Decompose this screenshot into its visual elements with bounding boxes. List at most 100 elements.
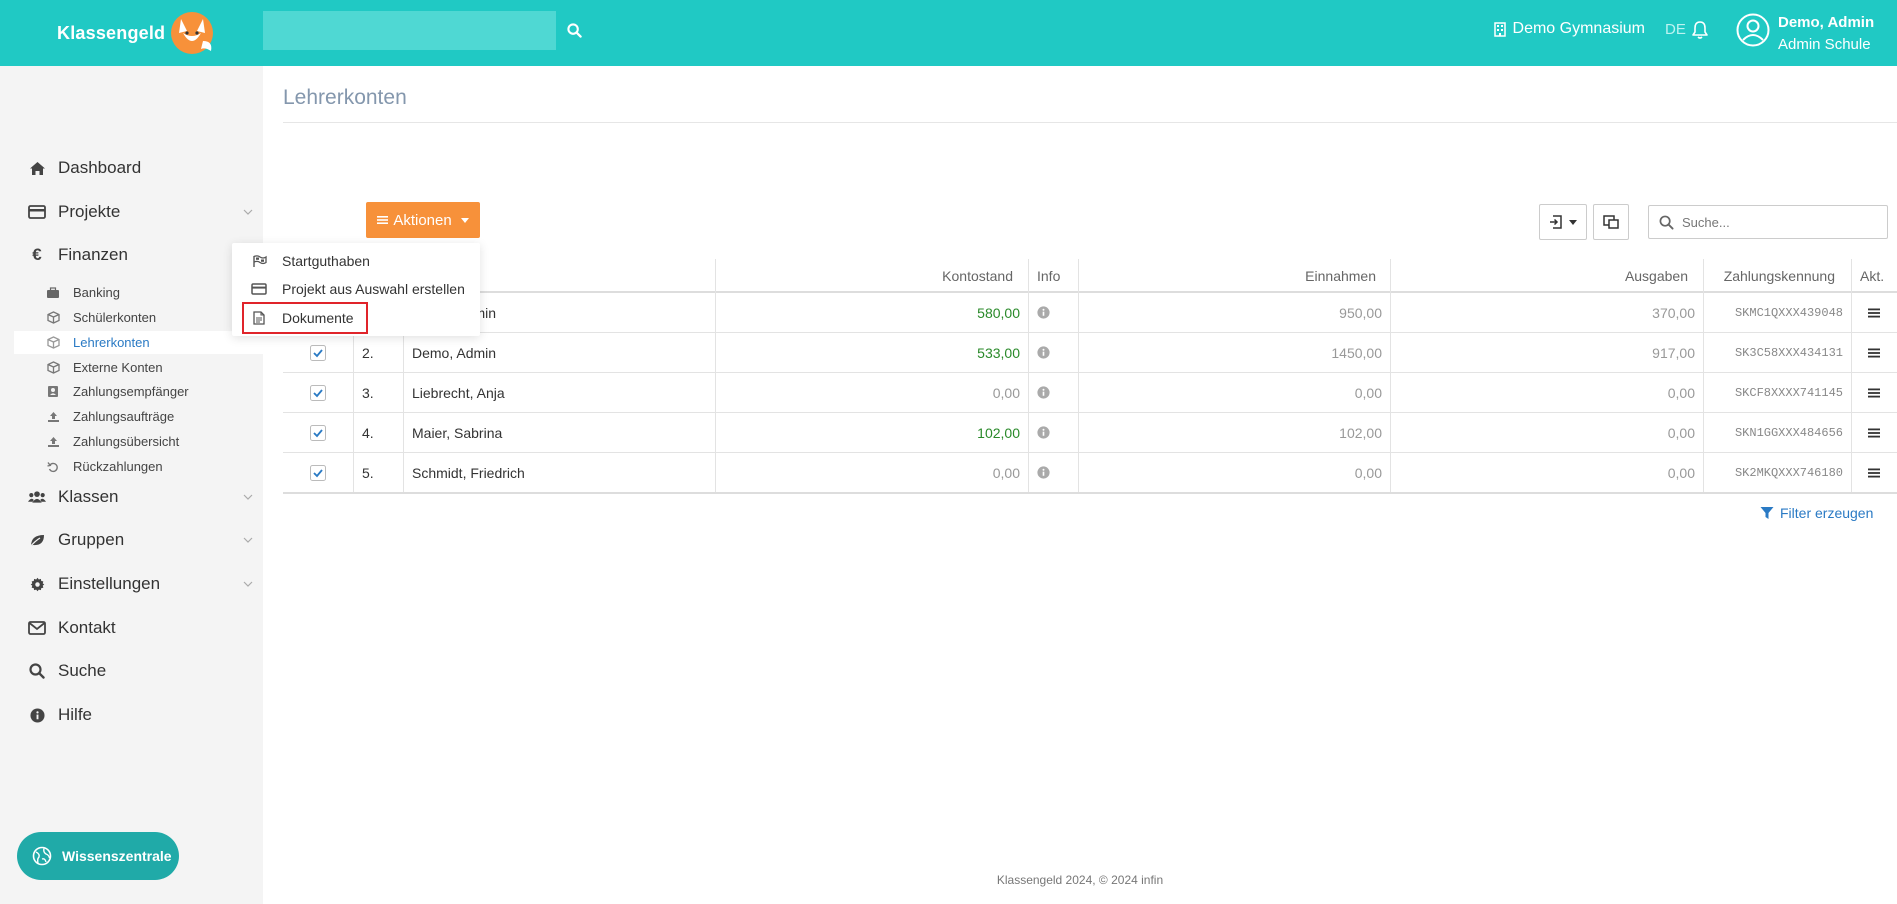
row-info[interactable]	[1029, 293, 1078, 333]
search-icon	[1659, 215, 1674, 230]
sidebar-subitem-label: Zahlungsaufträge	[73, 409, 175, 424]
row-actions[interactable]	[1852, 333, 1897, 373]
menu-item-startguthaben[interactable]: Startguthaben	[232, 247, 480, 275]
gear-icon	[28, 575, 46, 593]
row-name[interactable]: Schmidt, Friedrich	[404, 453, 715, 493]
sidebar-subitem-lehrerkonten[interactable]: Lehrerkonten	[14, 331, 263, 354]
row-kontostand: 0,00	[992, 385, 1020, 401]
menu-icon	[377, 216, 389, 224]
row-actions[interactable]	[1852, 293, 1897, 333]
row-kontostand: 533,00	[977, 345, 1020, 361]
info-icon	[1037, 346, 1050, 359]
menu-item-projekt-erstellen[interactable]: Projekt aus Auswahl erstellen	[232, 275, 480, 303]
language-switch[interactable]: DE	[1665, 21, 1686, 38]
row-einnahmen: 0,00	[1354, 465, 1382, 481]
table-search[interactable]	[1648, 205, 1888, 239]
box-icon	[46, 336, 60, 350]
row-name[interactable]: Liebrecht, Anja	[404, 373, 715, 413]
row-ausgaben: 370,00	[1652, 305, 1695, 321]
row-actions[interactable]	[1852, 373, 1897, 413]
header-ausgaben[interactable]: Ausgaben	[1390, 259, 1696, 293]
sidebar-subitem-label: Externe Konten	[73, 360, 163, 375]
table-search-input[interactable]	[1682, 206, 1882, 238]
sidebar-item-einstellungen[interactable]: Einstellungen	[0, 564, 263, 604]
top-bar: Klassengeld Demo Gymnasium DE Demo, Admi…	[0, 0, 1897, 66]
row-info[interactable]	[1029, 453, 1078, 493]
row-einnahmen: 102,00	[1339, 425, 1382, 441]
sidebar-subitem-label: Lehrerkonten	[73, 335, 150, 350]
row-zahlungskennung: SKCF8XXXX741145	[1734, 386, 1843, 400]
info-icon	[1037, 466, 1050, 479]
row-checkbox[interactable]	[310, 385, 326, 401]
home-icon	[28, 159, 46, 177]
sidebar-subitem-zahlungsauftraege[interactable]: Zahlungsaufträge	[14, 405, 263, 428]
table-row[interactable]: 3. Liebrecht, Anja 0,00 0,00 0,00 SKCF8X…	[283, 373, 1897, 413]
row-info[interactable]	[1029, 413, 1078, 453]
sidebar-item-kontakt[interactable]: Kontakt	[0, 608, 263, 648]
leaf-icon	[28, 531, 46, 549]
columns-toggle-button[interactable]	[1593, 204, 1629, 240]
row-zahlungskennung: SKMC1QXXX439048	[1734, 306, 1843, 320]
header-info: Info	[1037, 268, 1061, 284]
sidebar-item-label: Kontakt	[58, 618, 116, 637]
sidebar-subitem-schuelerkonten[interactable]: Schülerkonten	[14, 306, 263, 329]
user-menu[interactable]: Demo, Admin Admin Schule	[1778, 12, 1874, 56]
app-logo[interactable]: Klassengeld	[57, 12, 217, 54]
sidebar-item-klassen[interactable]: Klassen	[0, 477, 263, 517]
table-row[interactable]: 4. Maier, Sabrina 102,00 102,00 0,00 SKN…	[283, 413, 1897, 453]
sidebar-item-suche[interactable]: Suche	[0, 651, 263, 691]
row-checkbox[interactable]	[310, 425, 326, 441]
header-zahlungskennung[interactable]: Zahlungskennung	[1703, 259, 1843, 293]
sidebar-item-gruppen[interactable]: Gruppen	[0, 520, 263, 560]
header-kontostand[interactable]: Kontostand	[715, 259, 1021, 293]
sidebar-subitem-externe-konten[interactable]: Externe Konten	[14, 356, 263, 379]
user-name: Demo, Admin	[1778, 14, 1875, 31]
search-icon	[566, 22, 582, 38]
export-dropdown-button[interactable]	[1539, 204, 1587, 240]
filter-erzeugen-link[interactable]: Filter erzeugen	[1760, 505, 1873, 521]
bell-icon[interactable]	[1691, 20, 1709, 40]
row-name[interactable]: Demo, Admin	[404, 333, 715, 373]
table-row[interactable]: 5. Schmidt, Friedrich 0,00 0,00 0,00 SK2…	[283, 453, 1897, 493]
sidebar-item-projekte[interactable]: Projekte	[0, 192, 263, 232]
row-checkbox[interactable]	[310, 345, 326, 361]
global-search-input[interactable]	[263, 11, 556, 50]
sidebar: Dashboard Projekte € Finanzen Banking Sc…	[0, 66, 263, 904]
sidebar-subitem-zahlungsempfaenger[interactable]: Zahlungsempfänger	[14, 380, 263, 403]
row-einnahmen: 1450,00	[1331, 345, 1382, 361]
table-row[interactable]: 2. Demo, Admin 533,00 1450,00 917,00 SK3…	[283, 333, 1897, 373]
row-info[interactable]	[1029, 333, 1078, 373]
columns-icon	[1603, 215, 1619, 229]
highlight-box	[242, 302, 368, 334]
header-einnahmen[interactable]: Einnahmen	[1078, 259, 1384, 293]
sidebar-item-hilfe[interactable]: Hilfe	[0, 695, 263, 735]
row-info[interactable]	[1029, 373, 1078, 413]
box-icon	[46, 311, 60, 325]
divider	[283, 122, 1897, 123]
menu-icon	[1868, 468, 1880, 478]
sidebar-subitem-zahlungsuebersicht[interactable]: Zahlungsübersicht	[14, 430, 263, 453]
row-name[interactable]: Maier, Sabrina	[404, 413, 715, 453]
global-search-button[interactable]	[562, 18, 586, 42]
avatar[interactable]	[1736, 13, 1770, 47]
info-icon	[1037, 306, 1050, 319]
sidebar-subitem-banking[interactable]: Banking	[14, 281, 263, 304]
row-actions[interactable]	[1852, 413, 1897, 453]
sidebar-item-label: Finanzen	[58, 245, 128, 264]
sidebar-item-dashboard[interactable]: Dashboard	[0, 148, 263, 188]
sidebar-item-finanzen[interactable]: € Finanzen	[0, 235, 263, 275]
sidebar-item-label: Gruppen	[58, 530, 125, 549]
sidebar-subitem-rueckzahlungen[interactable]: Rückzahlungen	[14, 455, 263, 478]
chevron-down-icon	[243, 494, 253, 500]
wissenszentrale-button[interactable]: Wissenszentrale	[17, 832, 179, 880]
table-row[interactable]: 1. Demo, Admin 580,00 950,00 370,00 SKMC…	[283, 293, 1897, 333]
row-number: 3.	[362, 385, 374, 401]
sidebar-subitem-label: Zahlungsempfänger	[73, 384, 189, 399]
aktionen-button[interactable]: Aktionen	[366, 202, 480, 238]
user-role: Admin Schule	[1778, 36, 1871, 53]
briefcase-icon	[46, 286, 60, 300]
school-selector[interactable]: Demo Gymnasium	[1493, 20, 1645, 38]
euro-icon: €	[32, 245, 42, 264]
row-checkbox[interactable]	[310, 465, 326, 481]
row-actions[interactable]	[1852, 453, 1897, 493]
